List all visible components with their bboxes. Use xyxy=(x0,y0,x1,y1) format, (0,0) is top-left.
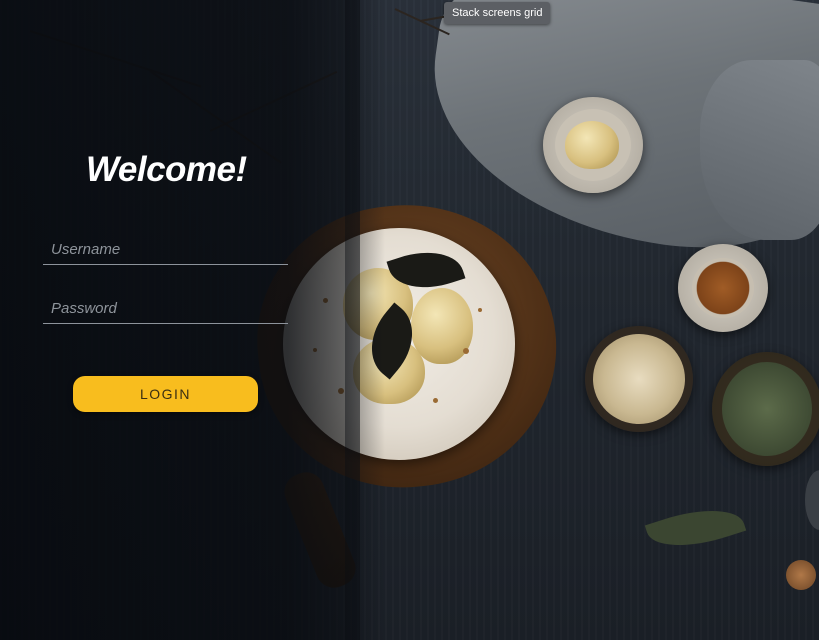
napkin-fold-decoration xyxy=(700,60,819,240)
leaf-decoration xyxy=(644,496,747,560)
welcome-title: Welcome! xyxy=(86,150,247,189)
leaves-bowl xyxy=(712,352,819,466)
tooltip: Stack screens grid xyxy=(444,2,551,24)
pear-bowl xyxy=(543,97,643,193)
dish-edge-decoration xyxy=(805,470,819,530)
spice-bowl xyxy=(678,244,768,332)
username-input[interactable] xyxy=(43,235,288,265)
nut-decoration xyxy=(786,560,816,590)
login-button[interactable]: LOGIN xyxy=(73,376,258,412)
password-input[interactable] xyxy=(43,294,288,324)
almond-bowl xyxy=(585,326,693,432)
login-panel-edge xyxy=(345,0,385,640)
login-screen: Stack screens grid Welcome! LOGIN xyxy=(0,0,819,640)
